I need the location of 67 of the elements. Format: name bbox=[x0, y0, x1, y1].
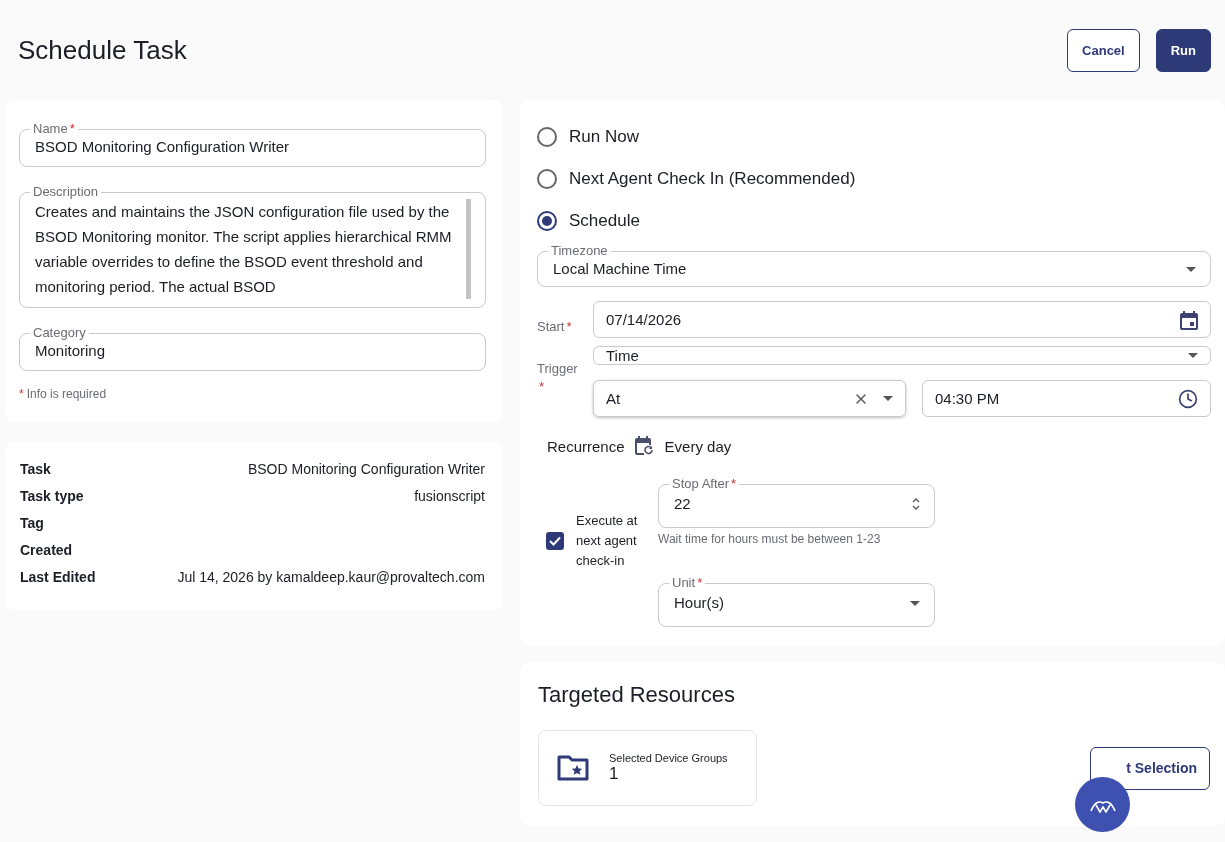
clock-icon bbox=[1178, 388, 1198, 409]
time-field[interactable]: 04:30 PM bbox=[922, 380, 1211, 417]
group-count: 1 bbox=[609, 764, 620, 784]
section-title: Targeted Resources bbox=[538, 682, 736, 708]
option-label: Next Agent Check In (Recommended) bbox=[569, 169, 856, 189]
checkbox[interactable] bbox=[546, 532, 564, 550]
field-label: Unit* bbox=[671, 576, 704, 590]
summary-label: Last Edited bbox=[20, 569, 96, 586]
description-field[interactable] bbox=[19, 185, 486, 308]
dropdown-caret-icon bbox=[1186, 266, 1196, 272]
trigger-select[interactable]: Time bbox=[593, 346, 1211, 365]
folder-star-icon bbox=[557, 755, 589, 781]
dropdown-caret-icon bbox=[883, 396, 893, 401]
helper-text: Wait time for hours must be between 1-23 bbox=[658, 532, 882, 546]
edit-selection-button[interactable]: t Selection bbox=[1090, 746, 1210, 790]
radio-button[interactable] bbox=[537, 211, 557, 231]
field-value: 07/14/2026 bbox=[606, 311, 683, 328]
summary-value: fusionscript bbox=[413, 488, 485, 505]
summary-label: Task bbox=[20, 461, 52, 478]
field-label: Name* bbox=[32, 122, 76, 136]
field-label: Category bbox=[32, 326, 87, 340]
radio-button[interactable] bbox=[537, 169, 557, 189]
summary-value: Jul 14, 2026 by kamaldeep.kaur@provaltech.com bbox=[176, 569, 485, 586]
unit-select[interactable]: Unit* Hour(s) bbox=[658, 576, 935, 627]
schedule-option[interactable]: Run Now bbox=[537, 116, 1211, 158]
field-value: 04:30 PM bbox=[935, 390, 1001, 407]
group-label: Selected Device Groups bbox=[609, 752, 728, 764]
trigger-mode-select[interactable]: At bbox=[593, 380, 906, 417]
number-field[interactable]: Stop After* 22 bbox=[658, 477, 935, 528]
calendar-repeat-icon[interactable] bbox=[634, 435, 655, 457]
recurrence-value: Every day bbox=[664, 437, 732, 455]
radio-button[interactable] bbox=[537, 127, 557, 147]
text-field[interactable]: Name* BSOD Monitoring Configuration Writer bbox=[19, 122, 486, 167]
page-title: Schedule Task bbox=[18, 34, 187, 66]
field-label: Description bbox=[32, 185, 100, 199]
summary-label: Task type bbox=[20, 488, 85, 505]
recurrence-label: Recurrence bbox=[547, 437, 625, 455]
schedule-option[interactable]: Schedule bbox=[537, 200, 1211, 242]
cancel-button[interactable]: Cancel bbox=[1067, 28, 1140, 72]
field-value: 22 bbox=[674, 494, 692, 514]
required-note: * Info is required bbox=[19, 387, 108, 401]
text-field[interactable]: Category Monitoring bbox=[19, 326, 486, 371]
field-label: Start* bbox=[537, 318, 573, 336]
field-label: Timezone bbox=[550, 244, 609, 258]
field-value: Creates and maintains the JSON configuration file used by the BSOD Monitoring monitor. The script applies hierarchical RMM variable overrides to define the BSOD event threshold and monitoring period. The actual BSOD bbox=[35, 199, 471, 299]
field-value: Hour(s) bbox=[674, 593, 725, 613]
summary-label: Tag bbox=[20, 515, 45, 532]
date-field[interactable]: 07/14/2026 bbox=[593, 301, 1211, 338]
field-value: Local Machine Time bbox=[553, 259, 688, 279]
field-value: At bbox=[606, 390, 622, 407]
field-label: Trigger * bbox=[537, 360, 579, 396]
field-value: BSOD Monitoring Configuration Writer bbox=[35, 137, 290, 157]
option-label: Run Now bbox=[569, 127, 639, 147]
run-button[interactable]: Run bbox=[1155, 28, 1211, 72]
field-label: Stop After* bbox=[671, 477, 738, 491]
calendar-icon bbox=[1180, 309, 1198, 330]
summary-value: BSOD Monitoring Configuration Writer bbox=[246, 461, 485, 478]
dropdown-caret-icon bbox=[1188, 353, 1198, 358]
timezone-select[interactable]: Timezone Local Machine Time bbox=[537, 244, 1211, 287]
field-value: Time bbox=[606, 347, 640, 364]
field-value: Monitoring bbox=[35, 341, 107, 361]
checkbox-label: Execute at next agent check-in bbox=[576, 512, 638, 570]
option-label: Schedule bbox=[569, 211, 640, 231]
stepper-icon[interactable] bbox=[912, 497, 920, 511]
dropdown-caret-icon bbox=[910, 600, 920, 606]
summary-label: Created bbox=[20, 542, 74, 559]
schedule-option[interactable]: Next Agent Check In (Recommended) bbox=[537, 158, 1211, 200]
